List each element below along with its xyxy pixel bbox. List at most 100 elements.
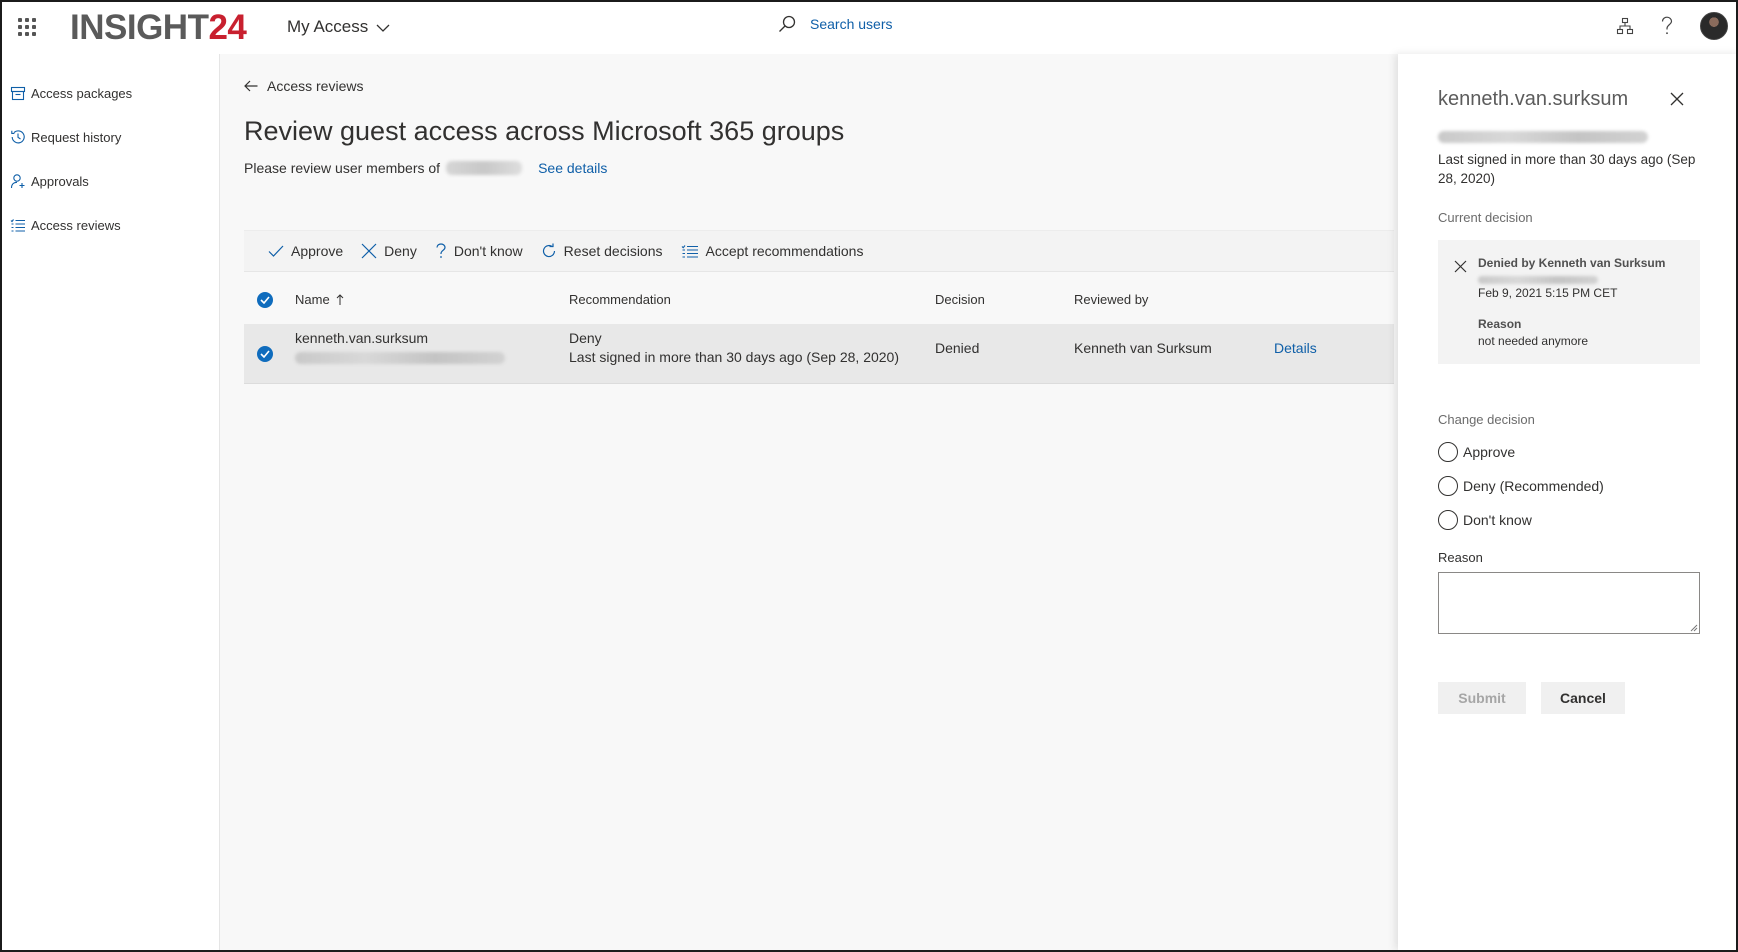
decision-reason: not needed anymore <box>1478 334 1589 348</box>
column-header-decision[interactable]: Decision <box>935 292 985 307</box>
deny-label: Deny <box>384 243 417 259</box>
package-icon <box>10 86 26 101</box>
avatar[interactable] <box>1700 12 1728 40</box>
chevron-down-icon <box>376 24 390 32</box>
redacted-group-name <box>446 161 523 175</box>
app-title-label: My Access <box>287 17 369 36</box>
logo-accent: 24 <box>208 8 247 47</box>
decision-reason-label: Reason <box>1478 317 1522 331</box>
row-reviewed-by: Kenneth van Surksum <box>1074 340 1212 356</box>
cancel-button[interactable]: Cancel <box>1541 682 1625 714</box>
page-subtitle: Please review user members of See detail… <box>244 160 607 176</box>
logo-main: INSIGHT <box>70 8 209 47</box>
checklist-icon <box>681 245 698 258</box>
decision-date: Feb 9, 2021 5:15 PM CET <box>1478 286 1618 300</box>
reset-decisions-label: Reset decisions <box>563 243 663 259</box>
page-title: Review guest access across Microsoft 365… <box>244 116 845 146</box>
radio-label: Deny (Recommended) <box>1463 478 1604 494</box>
back-label: Access reviews <box>267 78 364 94</box>
toolbar: Approve Deny Don't know Reset decisions … <box>244 230 1394 272</box>
app-launcher-icon[interactable] <box>18 18 36 36</box>
sidebar-item-label: Approvals <box>31 173 89 189</box>
row-checkbox[interactable] <box>257 346 273 362</box>
sidebar-item-access-packages[interactable]: Access packages <box>10 85 132 101</box>
denied-icon <box>1454 260 1467 273</box>
sort-ascending-icon <box>336 293 344 305</box>
person-add-icon <box>10 174 25 189</box>
row-details-link[interactable]: Details <box>1274 340 1317 356</box>
table-header: Name Recommendation Decision Reviewed by <box>244 286 1394 314</box>
close-icon[interactable] <box>1670 92 1684 111</box>
cancel-icon <box>361 243 377 259</box>
reset-decisions-button[interactable]: Reset decisions <box>541 243 663 259</box>
radio-dont-know[interactable]: Don't know <box>1438 510 1532 530</box>
dont-know-button[interactable]: Don't know <box>435 243 523 259</box>
app-window: INSIGHT24 My Access Search users Access … <box>0 0 1738 952</box>
select-all-checkbox[interactable] <box>257 292 273 308</box>
column-header-name[interactable]: Name <box>295 292 344 307</box>
panel-title: kenneth.van.surksum <box>1438 88 1629 110</box>
row-name: kenneth.van.surksum <box>295 330 429 346</box>
reason-label: Reason <box>1438 550 1483 565</box>
sidebar-item-request-history[interactable]: Request history <box>10 129 121 145</box>
radio-label: Approve <box>1463 444 1516 460</box>
radio-approve[interactable]: Approve <box>1438 442 1515 462</box>
sidebar-item-label: Access reviews <box>31 217 121 233</box>
sidebar-item-access-reviews[interactable]: Access reviews <box>10 217 121 233</box>
subtitle-text: Please review user members of <box>244 160 441 176</box>
row-recommendation-detail: Last signed in more than 30 days ago (Se… <box>569 349 899 365</box>
reason-textarea[interactable] <box>1438 572 1700 634</box>
accept-recommendations-label: Accept recommendations <box>705 243 864 259</box>
checklist-icon <box>10 219 25 232</box>
change-decision-label: Change decision <box>1438 412 1535 427</box>
back-to-access-reviews[interactable]: Access reviews <box>244 78 363 94</box>
last-signed-text: Last signed in more than 30 days ago (Se… <box>1438 152 1696 186</box>
sidebar-item-label: Request history <box>31 129 122 145</box>
radio-circle[interactable] <box>1438 442 1458 462</box>
radio-circle[interactable] <box>1438 510 1458 530</box>
sidebar-item-approvals[interactable]: Approvals <box>10 173 89 189</box>
row-decision: Denied <box>935 340 980 356</box>
radio-deny[interactable]: Deny (Recommended) <box>1438 476 1604 496</box>
arrow-left-icon <box>244 80 258 92</box>
dont-know-label: Don't know <box>453 243 523 259</box>
sidebar: Access packages Request history Approval… <box>2 54 220 950</box>
question-icon <box>436 243 446 258</box>
radio-label: Don't know <box>1463 512 1532 528</box>
checkmark-icon <box>260 296 270 304</box>
current-decision-card: Denied by Kenneth van Surksum Feb 9, 202… <box>1438 240 1700 364</box>
org-chart-icon[interactable] <box>1616 17 1634 35</box>
checkmark-icon <box>260 350 270 358</box>
history-icon <box>11 130 25 144</box>
submit-button[interactable]: Submit <box>1438 682 1526 714</box>
redacted-email <box>1438 131 1648 143</box>
redacted-reviewer-email <box>1478 276 1598 284</box>
table-row[interactable]: kenneth.van.surksum Deny Last signed in … <box>244 324 1394 384</box>
row-recommendation: Deny <box>569 330 602 346</box>
search-icon <box>779 15 796 32</box>
column-name-label: Name <box>295 292 330 307</box>
help-icon[interactable] <box>1660 16 1674 36</box>
app-title-dropdown[interactable]: My Access <box>287 17 390 37</box>
approve-label: Approve <box>291 243 344 259</box>
checkmark-icon <box>268 245 284 257</box>
details-panel: kenneth.van.surksum Last signed in more … <box>1398 54 1736 950</box>
search-users[interactable]: Search users <box>778 15 892 33</box>
column-header-reviewed-by[interactable]: Reviewed by <box>1074 292 1148 307</box>
column-header-recommendation[interactable]: Recommendation <box>569 292 671 307</box>
search-placeholder: Search users <box>810 16 893 32</box>
reset-icon <box>542 243 555 258</box>
accept-recommendations-button[interactable]: Accept recommendations <box>681 243 864 259</box>
current-decision-label: Current decision <box>1438 210 1533 225</box>
approve-button[interactable]: Approve <box>268 243 343 259</box>
top-icons <box>1616 12 1728 40</box>
sidebar-item-label: Access packages <box>31 85 133 101</box>
deny-button[interactable]: Deny <box>361 243 417 259</box>
radio-circle[interactable] <box>1438 476 1458 496</box>
redacted-email <box>295 352 505 364</box>
resize-grip-icon[interactable] <box>1690 624 1698 632</box>
top-bar: INSIGHT24 My Access Search users <box>2 2 1736 54</box>
see-details-link[interactable]: See details <box>538 160 607 176</box>
decision-by: Denied by Kenneth van Surksum <box>1478 256 1666 270</box>
logo: INSIGHT24 <box>70 8 247 48</box>
